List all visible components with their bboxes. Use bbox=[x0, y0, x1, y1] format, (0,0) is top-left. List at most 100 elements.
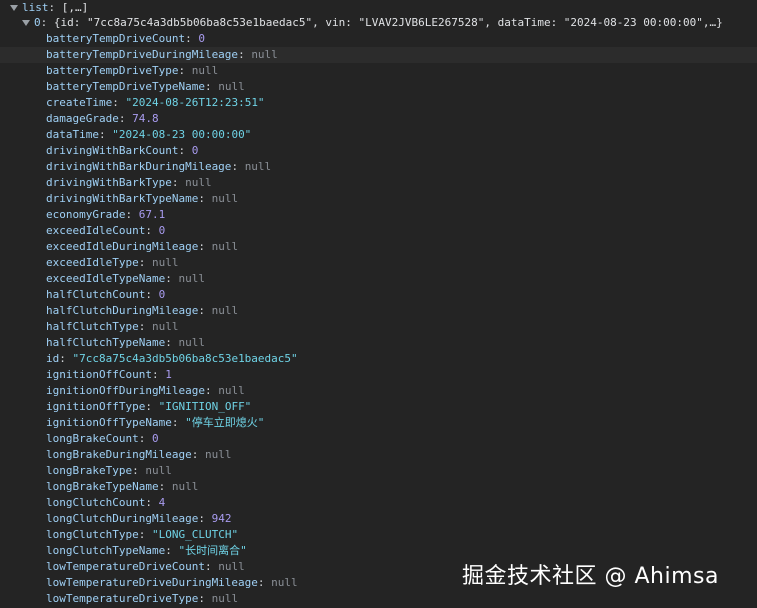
field-value: null bbox=[211, 192, 239, 205]
field-key: id bbox=[46, 352, 60, 365]
field-row[interactable]: longBrakeDuringMileage: null bbox=[0, 447, 757, 463]
field-value: null bbox=[145, 464, 172, 477]
field-separator: : bbox=[198, 592, 212, 605]
field-key: drivingWithBarkType bbox=[46, 176, 172, 189]
field-separator: : bbox=[238, 48, 252, 61]
field-value: "停车立即熄火" bbox=[185, 416, 265, 429]
field-row[interactable]: halfClutchTypeName: null bbox=[0, 335, 757, 351]
field-row[interactable]: dataTime: "2024-08-23 00:00:00" bbox=[0, 127, 757, 143]
field-row[interactable]: drivingWithBarkDuringMileage: null bbox=[0, 159, 757, 175]
field-row[interactable]: ignitionOffType: "IGNITION_OFF" bbox=[0, 399, 757, 415]
field-separator: : bbox=[125, 208, 139, 221]
field-row[interactable]: exceedIdleCount: 0 bbox=[0, 223, 757, 239]
field-separator: : bbox=[138, 528, 152, 541]
field-value: 942 bbox=[211, 512, 232, 525]
field-key: lowTemperatureDriveDuringMileage bbox=[46, 576, 258, 589]
field-key: halfClutchType bbox=[46, 320, 139, 333]
field-row[interactable]: batteryTempDriveDuringMileage: null bbox=[0, 47, 757, 63]
field-value: null bbox=[178, 272, 205, 285]
field-key: batteryTempDriveCount bbox=[46, 32, 186, 45]
field-value: 1 bbox=[165, 368, 172, 381]
field-separator: : bbox=[204, 560, 219, 573]
field-value: 74.8 bbox=[132, 112, 159, 125]
item-0-node[interactable]: 0: {id: "7cc8a75c4a3db5b06ba8c53e1baedac… bbox=[0, 15, 757, 31]
field-separator: : bbox=[185, 32, 199, 45]
field-separator: : bbox=[171, 416, 186, 429]
field-key: ignitionOffDuringMileage bbox=[46, 384, 205, 397]
field-key: exceedIdleDuringMileage bbox=[46, 240, 199, 253]
field-row[interactable]: longBrakeCount: 0 bbox=[0, 431, 757, 447]
field-separator: : bbox=[165, 544, 179, 557]
field-row[interactable]: drivingWithBarkType: null bbox=[0, 175, 757, 191]
field-key: economyGrade bbox=[46, 208, 126, 221]
field-value: 0 bbox=[151, 432, 159, 445]
item-index: 0 bbox=[34, 16, 41, 29]
field-separator: : bbox=[178, 64, 192, 77]
list-summary: [,…] bbox=[61, 1, 89, 14]
field-row[interactable]: ignitionOffCount: 1 bbox=[0, 367, 757, 383]
field-value: null bbox=[204, 448, 232, 461]
field-row[interactable]: damageGrade: 74.8 bbox=[0, 111, 757, 127]
field-key: halfClutchTypeName bbox=[46, 336, 166, 349]
field-separator: : bbox=[257, 576, 272, 589]
field-row[interactable]: halfClutchDuringMileage: null bbox=[0, 303, 757, 319]
field-key: longBrakeDuringMileage bbox=[46, 448, 192, 461]
field-row[interactable]: ignitionOffTypeName: "停车立即熄火" bbox=[0, 415, 757, 431]
object-tree-view: list: [,…] 0: {id: "7cc8a75c4a3db5b06ba8… bbox=[0, 0, 757, 608]
field-row[interactable]: longClutchType: "LONG_CLUTCH" bbox=[0, 527, 757, 543]
field-row[interactable]: exceedIdleDuringMileage: null bbox=[0, 239, 757, 255]
field-key: longBrakeCount bbox=[46, 432, 139, 445]
field-row[interactable]: batteryTempDriveCount: 0 bbox=[0, 31, 757, 47]
field-row[interactable]: lowTemperatureDriveType: null bbox=[0, 591, 757, 607]
field-row[interactable]: economyGrade: 67.1 bbox=[0, 207, 757, 223]
field-value: null bbox=[151, 320, 179, 333]
field-value: "2024-08-23 00:00:00" bbox=[112, 128, 252, 141]
field-row[interactable]: longClutchDuringMileage: 942 bbox=[0, 511, 757, 527]
field-row[interactable]: exceedIdleTypeName: null bbox=[0, 271, 757, 287]
field-row[interactable]: id: "7cc8a75c4a3db5b06ba8c53e1baedac5" bbox=[0, 351, 757, 367]
field-row[interactable]: batteryTempDriveTypeName: null bbox=[0, 79, 757, 95]
field-value: null bbox=[178, 336, 205, 349]
field-row[interactable]: ignitionOffDuringMileage: null bbox=[0, 383, 757, 399]
field-key: createTime bbox=[46, 96, 113, 109]
field-value: null bbox=[218, 384, 245, 397]
field-row[interactable]: halfClutchCount: 0 bbox=[0, 287, 757, 303]
field-separator: : bbox=[59, 352, 73, 365]
field-separator: : bbox=[231, 160, 245, 173]
field-row[interactable]: longBrakeType: null bbox=[0, 463, 757, 479]
field-separator: : bbox=[145, 496, 159, 509]
field-row[interactable]: longClutchCount: 4 bbox=[0, 495, 757, 511]
field-row[interactable]: createTime: "2024-08-26T12:23:51" bbox=[0, 95, 757, 111]
field-value: null bbox=[211, 592, 239, 605]
field-row[interactable]: drivingWithBarkTypeName: null bbox=[0, 191, 757, 207]
field-row[interactable]: longBrakeTypeName: null bbox=[0, 479, 757, 495]
field-row[interactable]: exceedIdleType: null bbox=[0, 255, 757, 271]
field-separator: : bbox=[151, 368, 166, 381]
field-separator: : bbox=[165, 336, 179, 349]
field-value: "2024-08-26T12:23:51" bbox=[125, 96, 265, 109]
field-row[interactable]: drivingWithBarkCount: 0 bbox=[0, 143, 757, 159]
expand-triangle-icon[interactable] bbox=[22, 20, 30, 26]
field-key: drivingWithBarkCount bbox=[46, 144, 179, 157]
field-row[interactable]: halfClutchType: null bbox=[0, 319, 757, 335]
field-key: halfClutchDuringMileage bbox=[46, 304, 199, 317]
field-separator: : bbox=[145, 288, 159, 301]
field-value: null bbox=[244, 160, 272, 173]
field-separator: : bbox=[138, 256, 152, 269]
field-separator: : bbox=[145, 224, 159, 237]
field-key: lowTemperatureDriveType bbox=[46, 592, 199, 605]
expand-triangle-icon[interactable] bbox=[10, 5, 18, 11]
field-separator: : bbox=[204, 80, 219, 93]
field-separator: : bbox=[178, 144, 192, 157]
field-value: "7cc8a75c4a3db5b06ba8c53e1baedac5" bbox=[72, 352, 298, 365]
field-row[interactable]: longClutchTypeName: "长时间离合" bbox=[0, 543, 757, 559]
field-separator: : bbox=[98, 128, 113, 141]
field-value: null bbox=[218, 80, 245, 93]
field-key: longClutchType bbox=[46, 528, 139, 541]
field-key: exceedIdleTypeName bbox=[46, 272, 166, 285]
field-value: null bbox=[171, 480, 199, 493]
field-key: halfClutchCount bbox=[46, 288, 146, 301]
field-value: null bbox=[251, 48, 278, 61]
list-node[interactable]: list: [,…] bbox=[0, 0, 757, 16]
field-row[interactable]: batteryTempDriveType: null bbox=[0, 63, 757, 79]
